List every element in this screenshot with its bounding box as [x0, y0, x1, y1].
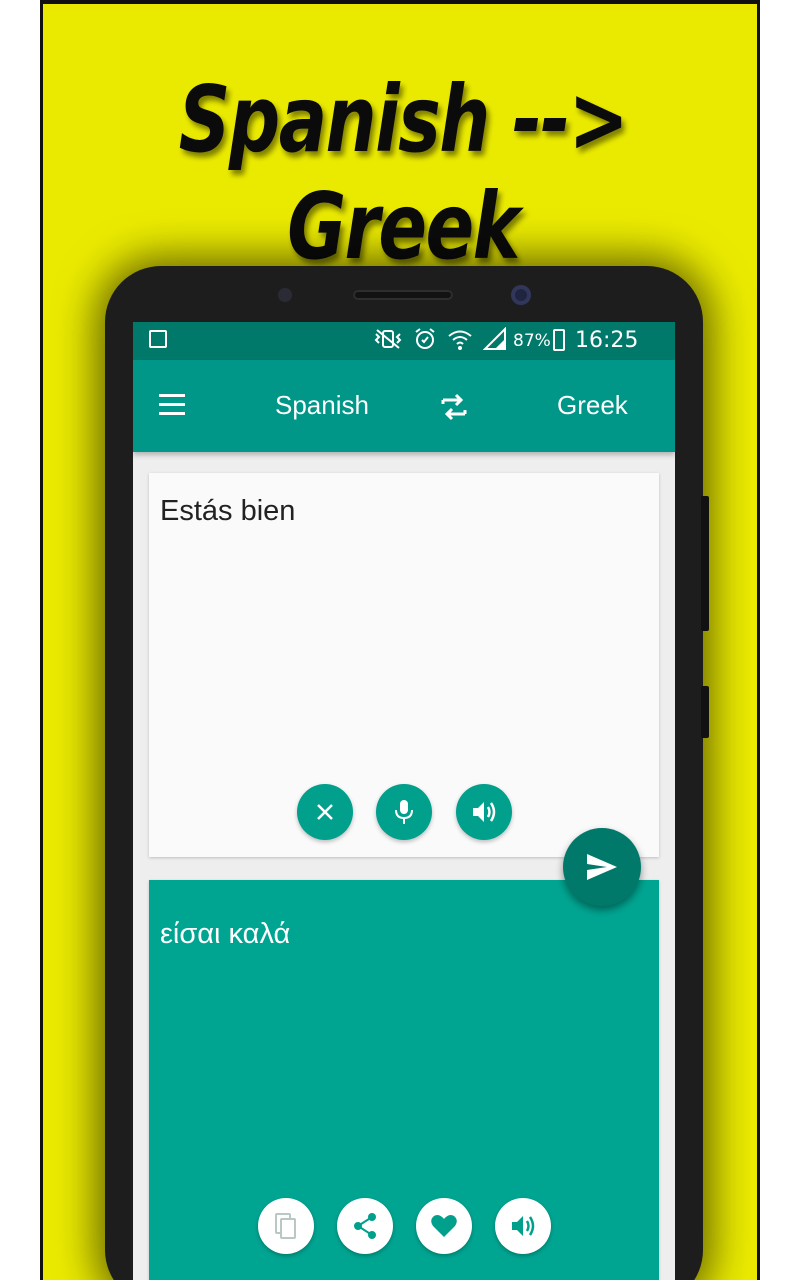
copy-button[interactable] [258, 1198, 314, 1254]
clear-button[interactable] [297, 784, 353, 840]
favorite-button[interactable] [416, 1198, 472, 1254]
status-bar: 87% 16:25 [133, 322, 675, 360]
speaker-icon [473, 802, 496, 822]
promo-banner: Spanish --> Greek 87% 16:25 Spanish Gree… [40, 0, 760, 1280]
share-icon [354, 1213, 376, 1239]
input-card: Estás bien [149, 473, 659, 857]
earpiece-speaker [353, 290, 453, 300]
gallery-icon [149, 330, 167, 348]
sensor-dot [278, 288, 292, 302]
output-card: είσαι καλά [149, 880, 659, 1280]
clear-icon [317, 804, 333, 820]
menu-icon[interactable] [159, 394, 185, 416]
vibrate-off-icon [374, 329, 402, 349]
source-text-input[interactable]: Estás bien [160, 495, 295, 528]
app-toolbar: Spanish Greek [133, 360, 675, 452]
share-button[interactable] [337, 1198, 393, 1254]
signal-icon [483, 327, 506, 350]
mic-button[interactable] [376, 784, 432, 840]
battery-charging-icon [553, 329, 565, 351]
app-screen: 87% 16:25 Spanish Greek Estás bien είσαι… [133, 322, 675, 1280]
battery-percent: 87% [513, 331, 551, 351]
target-language-selector[interactable]: Greek [557, 390, 628, 421]
favorite-icon [431, 1215, 457, 1237]
alarm-icon [415, 328, 435, 349]
status-clock: 16:25 [575, 328, 639, 353]
wifi-icon [448, 330, 472, 350]
phone-side-button [701, 496, 709, 631]
source-language-selector[interactable]: Spanish [275, 390, 369, 421]
send-icon [587, 854, 617, 880]
speak-input-button[interactable] [456, 784, 512, 840]
promo-headline: Spanish --> Greek [178, 66, 629, 280]
phone-side-button [701, 686, 709, 738]
speaker-icon [512, 1216, 535, 1236]
front-camera [511, 285, 531, 305]
translated-text: είσαι καλά [160, 918, 291, 950]
mic-icon [395, 800, 413, 824]
status-icons [373, 327, 507, 351]
copy-icon [275, 1213, 296, 1239]
swap-icon[interactable] [439, 390, 469, 424]
phone-frame: 87% 16:25 Spanish Greek Estás bien είσαι… [105, 266, 709, 1280]
speak-output-button[interactable] [495, 1198, 551, 1254]
translate-send-button[interactable] [563, 828, 641, 906]
